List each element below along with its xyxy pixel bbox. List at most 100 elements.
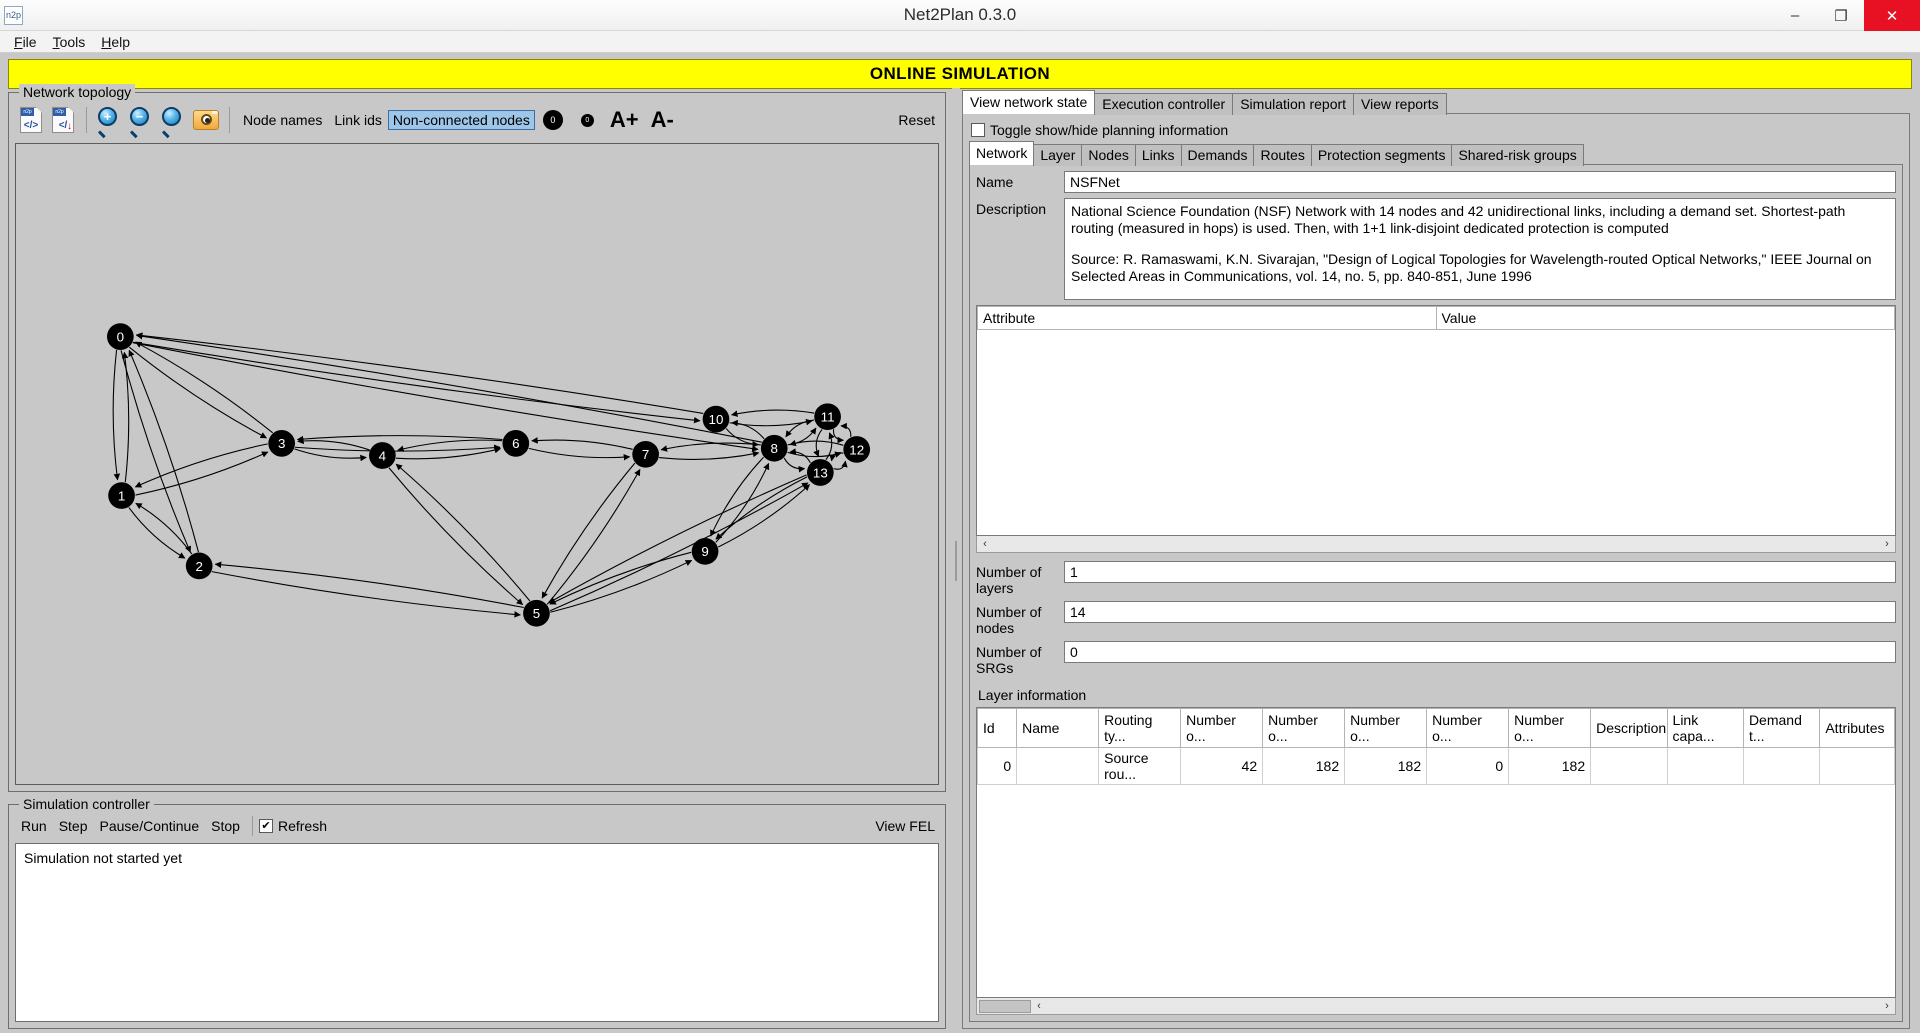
graph-edge[interactable] bbox=[548, 474, 807, 604]
graph-edge[interactable] bbox=[214, 561, 524, 609]
increase-node-size-button[interactable]: 0 bbox=[542, 110, 563, 130]
layer-scroll-right-icon[interactable]: › bbox=[1879, 1000, 1895, 1012]
pause-continue-button[interactable]: Pause/Continue bbox=[94, 818, 206, 834]
maximize-button[interactable]: ❐ bbox=[1818, 0, 1864, 31]
graph-node[interactable]: 5 bbox=[523, 599, 550, 627]
graph-node[interactable]: 3 bbox=[268, 430, 296, 457]
graph-node[interactable]: 13 bbox=[806, 459, 834, 486]
graph-edge[interactable] bbox=[710, 456, 764, 537]
scroll-right-icon[interactable]: › bbox=[1879, 538, 1895, 550]
graph-edge[interactable] bbox=[783, 457, 806, 473]
toggle-node-names-button[interactable]: Node names bbox=[237, 112, 328, 128]
menu-tools[interactable]: Tools bbox=[45, 34, 94, 50]
graph-node[interactable]: 4 bbox=[369, 442, 396, 469]
number-of-nodes-input[interactable]: 14 bbox=[1064, 601, 1896, 623]
graph-node[interactable]: 8 bbox=[760, 434, 788, 462]
layer-col-header[interactable]: Description bbox=[1590, 708, 1668, 748]
network-name-input[interactable]: NSFNet bbox=[1064, 171, 1896, 193]
zoom-in-button[interactable]: + bbox=[94, 104, 126, 139]
graph-edge[interactable] bbox=[541, 462, 636, 599]
graph-edge[interactable] bbox=[211, 571, 521, 618]
menu-help[interactable]: Help bbox=[93, 34, 138, 50]
graph-node[interactable]: 2 bbox=[185, 552, 213, 580]
toggle-link-ids-button[interactable]: Link ids bbox=[328, 112, 387, 128]
layer-hscrollbar[interactable]: ‹ › bbox=[976, 998, 1896, 1015]
graph-node[interactable]: 12 bbox=[843, 436, 871, 463]
graph-edge[interactable] bbox=[112, 349, 121, 481]
graph-edge[interactable] bbox=[135, 332, 704, 414]
topology-canvas[interactable]: 0 1 2 3 4 5 6 7 8 9 10 11 12 13 bbox=[15, 143, 939, 785]
load-design-button[interactable]: n2p </> bbox=[15, 104, 47, 136]
screenshot-button[interactable] bbox=[190, 104, 222, 136]
subtab-routes[interactable]: Routes bbox=[1253, 144, 1312, 166]
graph-edge[interactable] bbox=[729, 418, 813, 427]
graph-edge[interactable] bbox=[549, 551, 692, 605]
toggle-non-connected-nodes-button[interactable]: Non-connected nodes bbox=[387, 110, 535, 130]
subtab-network[interactable]: Network bbox=[969, 141, 1035, 165]
graph-edge[interactable] bbox=[715, 462, 770, 543]
decrease-font-button[interactable]: A- bbox=[651, 109, 674, 131]
graph-node[interactable]: 10 bbox=[702, 405, 730, 433]
increase-font-button[interactable]: A+ bbox=[610, 109, 639, 131]
graph-edge[interactable] bbox=[135, 333, 762, 443]
graph-edge[interactable] bbox=[833, 460, 848, 470]
tab-view-reports[interactable]: View reports bbox=[1353, 93, 1447, 115]
tab-simulation-report[interactable]: Simulation report bbox=[1232, 93, 1355, 115]
layer-col-header[interactable]: Number o... bbox=[1180, 708, 1264, 748]
graph-edge[interactable] bbox=[135, 502, 193, 555]
graph-edge[interactable] bbox=[528, 447, 631, 461]
toggle-planning-checkbox[interactable] bbox=[971, 123, 985, 137]
layer-col-header[interactable]: Number o... bbox=[1508, 708, 1592, 748]
tab-execution-controller[interactable]: Execution controller bbox=[1094, 93, 1234, 115]
layer-col-header[interactable]: Demand t... bbox=[1742, 708, 1821, 748]
graph-node[interactable]: 7 bbox=[632, 440, 659, 468]
scroll-left-icon[interactable]: ‹ bbox=[977, 538, 993, 550]
reset-view-button[interactable]: Reset bbox=[898, 112, 935, 128]
zoom-out-button[interactable]: − bbox=[126, 104, 158, 139]
graph-edge[interactable] bbox=[395, 463, 531, 602]
graph-edge[interactable] bbox=[731, 409, 815, 417]
graph-node[interactable]: 1 bbox=[108, 482, 135, 509]
graph-edge[interactable] bbox=[388, 467, 524, 606]
zoom-fit-button[interactable] bbox=[158, 104, 190, 139]
layer-col-header[interactable]: Routing ty... bbox=[1098, 708, 1182, 748]
graph-node[interactable]: 11 bbox=[814, 403, 841, 431]
layer-col-header[interactable]: Number o... bbox=[1262, 708, 1346, 748]
graph-edge[interactable] bbox=[134, 443, 268, 488]
subtab-shared-risk-groups[interactable]: Shared-risk groups bbox=[1451, 144, 1584, 166]
graph-edge[interactable] bbox=[135, 451, 269, 496]
number-of-srgs-input[interactable]: 0 bbox=[1064, 641, 1896, 663]
graph-edge[interactable] bbox=[120, 350, 192, 553]
layer-scroll-left-icon[interactable]: ‹ bbox=[1031, 1000, 1047, 1012]
graph-edge[interactable] bbox=[132, 342, 759, 452]
save-design-button[interactable]: n2p </↓ bbox=[47, 104, 79, 136]
stop-button[interactable]: Stop bbox=[205, 818, 246, 834]
menu-file[interactable]: File bbox=[6, 34, 45, 50]
step-button[interactable]: Step bbox=[53, 818, 94, 834]
split-divider[interactable] bbox=[952, 88, 960, 1033]
layer-col-header[interactable]: Number o... bbox=[1344, 708, 1428, 748]
minimize-button[interactable]: – bbox=[1772, 0, 1818, 31]
tab-view-network-state[interactable]: View network state bbox=[962, 90, 1096, 114]
decrease-node-size-button[interactable]: 0 bbox=[580, 113, 594, 127]
close-button[interactable]: ✕ bbox=[1864, 0, 1920, 31]
graph-edge[interactable] bbox=[531, 437, 633, 450]
graph-edge[interactable] bbox=[660, 442, 761, 452]
layer-col-header[interactable]: Attributes bbox=[1819, 708, 1895, 748]
subtab-protection-segments[interactable]: Protection segments bbox=[1310, 144, 1453, 166]
layer-col-header[interactable]: Number o... bbox=[1426, 708, 1510, 748]
layer-col-header[interactable]: Name bbox=[1016, 708, 1100, 748]
network-description-textarea[interactable]: National Science Foundation (NSF) Networ… bbox=[1064, 198, 1896, 300]
graph-edge[interactable] bbox=[840, 422, 852, 437]
subtab-demands[interactable]: Demands bbox=[1180, 144, 1255, 166]
subtab-nodes[interactable]: Nodes bbox=[1081, 144, 1136, 166]
number-of-layers-input[interactable]: 1 bbox=[1064, 561, 1896, 583]
graph-edge[interactable] bbox=[128, 349, 199, 553]
layer-hscroll-thumb[interactable] bbox=[979, 999, 1031, 1013]
graph-edge[interactable] bbox=[832, 429, 845, 444]
graph-edge[interactable] bbox=[813, 429, 823, 457]
layer-col-header[interactable]: Link capa... bbox=[1666, 708, 1744, 748]
run-button[interactable]: Run bbox=[15, 818, 53, 834]
view-fel-button[interactable]: View FEL bbox=[875, 818, 935, 834]
graph-edge[interactable] bbox=[294, 444, 501, 452]
